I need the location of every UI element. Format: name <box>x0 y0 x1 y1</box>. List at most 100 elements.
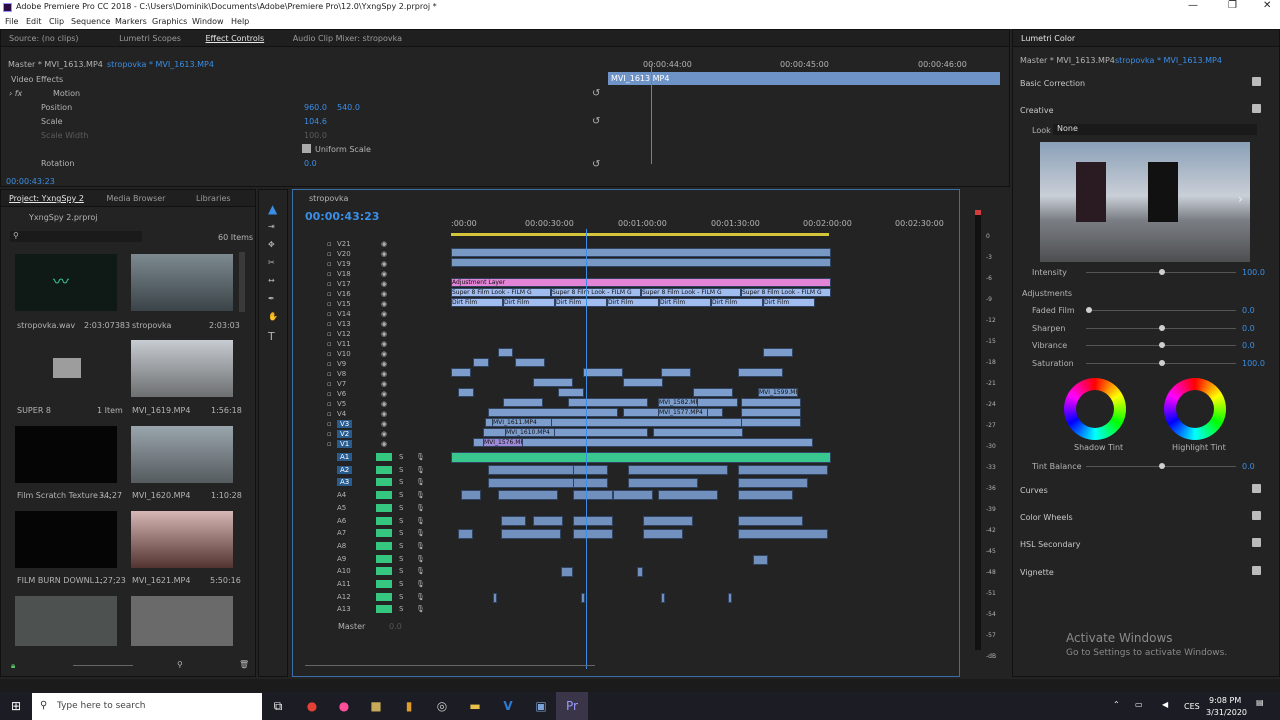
basic-correction-header[interactable]: Basic Correction <box>1020 79 1085 88</box>
eye-icon[interactable]: ◉ <box>381 250 387 258</box>
minimize-icon[interactable]: — <box>1188 0 1198 11</box>
eye-icon[interactable]: ◉ <box>381 380 387 388</box>
clock-time[interactable]: 9:08 PM <box>1209 696 1241 705</box>
eye-icon[interactable]: ◉ <box>381 370 387 378</box>
audio-clip-29[interactable] <box>661 593 665 603</box>
mic-icon[interactable]: 🎙︎ <box>416 567 425 575</box>
menu-markers[interactable]: Markers <box>115 17 147 26</box>
thumb-next-1[interactable] <box>15 596 117 646</box>
sequence-tab[interactable]: stropovka <box>309 194 348 203</box>
clip-v19[interactable] <box>451 258 831 267</box>
video-clip-6[interactable] <box>583 368 623 377</box>
adjustment-knob-1[interactable] <box>1159 324 1165 331</box>
position-x[interactable]: 960.0 <box>304 103 327 112</box>
video-clip-13[interactable] <box>503 398 543 407</box>
audio-clip-28[interactable] <box>581 593 585 603</box>
ec-current-time[interactable]: 00:00:43:23 <box>6 177 55 186</box>
mic-icon[interactable]: 🎙︎ <box>416 542 425 550</box>
tint-balance-slider[interactable] <box>1086 463 1236 469</box>
adjustment-slider-1[interactable] <box>1086 324 1236 331</box>
work-area-bar[interactable] <box>451 233 829 236</box>
video-clip-7[interactable] <box>623 378 663 387</box>
adjustment-knob-2[interactable] <box>1159 342 1165 348</box>
dirt-film-clip-4[interactable]: Dirt Film <box>659 298 711 307</box>
tint-balance-knob[interactable] <box>1159 463 1165 469</box>
rotation-value[interactable]: 0.0 <box>304 159 317 168</box>
video-clip-8[interactable] <box>661 368 691 377</box>
mute-button[interactable] <box>376 567 392 576</box>
slip-tool-icon[interactable]: ↔ <box>268 276 275 285</box>
audio-clip-30[interactable] <box>728 593 732 603</box>
super8-clip-1[interactable]: Super 8 Film Look - FILM G <box>451 288 551 297</box>
menu-sequence[interactable]: Sequence <box>71 17 110 26</box>
hand-tool-icon[interactable]: ✋ <box>268 312 278 321</box>
eye-icon[interactable]: ◉ <box>381 420 387 428</box>
track-label-a9[interactable]: A9 <box>337 555 346 563</box>
audio-clip-6[interactable] <box>628 478 698 488</box>
audio-clip-19[interactable] <box>501 529 561 539</box>
eye-icon[interactable]: ◉ <box>381 310 387 318</box>
solo-button[interactable]: S <box>399 593 403 601</box>
basic-correction-checkbox[interactable] <box>1252 77 1261 86</box>
adjustments-header[interactable]: Adjustments <box>1022 289 1072 298</box>
track-label-v10[interactable]: V10 <box>337 350 351 358</box>
track-label-v8[interactable]: V8 <box>337 370 346 378</box>
reset-scale-icon[interactable]: ↺ <box>592 116 600 127</box>
slider-value-3[interactable]: 100.0 <box>1242 359 1265 368</box>
reset-icon[interactable]: ↺ <box>592 88 600 99</box>
solo-button[interactable]: S <box>399 453 403 461</box>
language-indicator[interactable]: CES <box>1184 702 1200 711</box>
timeline-zoom-scrollbar[interactable] <box>305 665 595 666</box>
maximize-icon[interactable]: ❐ <box>1228 0 1237 11</box>
tab-audio-clip-mixer[interactable]: Audio Clip Mixer: stropovka <box>285 30 410 47</box>
vignette-header[interactable]: Vignette <box>1020 568 1054 577</box>
mute-button[interactable] <box>376 503 392 512</box>
track-label-a13[interactable]: A13 <box>337 605 351 613</box>
dirt-film-clip-1[interactable]: Dirt Film <box>503 298 555 307</box>
video-clip-10[interactable] <box>738 368 783 377</box>
eye-icon[interactable]: ◉ <box>381 300 387 308</box>
track-label-v6[interactable]: V6 <box>337 390 346 398</box>
audio-clip-22[interactable] <box>738 529 828 539</box>
solo-button[interactable]: S <box>399 504 403 512</box>
video-clip-19[interactable] <box>741 408 801 417</box>
eye-icon[interactable]: ◉ <box>381 320 387 328</box>
mute-button[interactable] <box>376 541 392 550</box>
video-clip-5[interactable] <box>558 388 584 397</box>
eye-icon[interactable]: ◉ <box>381 430 387 438</box>
eye-icon[interactable]: ◉ <box>381 350 387 358</box>
app4-icon[interactable]: ◎ <box>426 692 458 720</box>
track-lock-icon[interactable]: ▫ <box>327 360 332 368</box>
solo-button[interactable]: S <box>399 529 403 537</box>
uniform-scale-checkbox[interactable] <box>302 144 311 153</box>
audio-clip-16[interactable] <box>573 516 613 526</box>
look-select[interactable]: None <box>1053 124 1257 135</box>
track-lock-icon[interactable]: ▫ <box>327 390 332 398</box>
solo-button[interactable]: S <box>399 466 403 474</box>
chrome-icon[interactable]: ● <box>296 692 328 720</box>
eye-icon[interactable]: ◉ <box>381 290 387 298</box>
mute-button[interactable] <box>376 529 392 538</box>
audio-clip-26[interactable] <box>637 567 643 577</box>
mic-icon[interactable]: 🎙︎ <box>416 478 425 486</box>
menu-help[interactable]: Help <box>231 17 249 26</box>
tray-chevron-icon[interactable]: ⌃ <box>1113 700 1120 709</box>
track-lock-icon[interactable]: ▫ <box>327 250 332 258</box>
audio-clip-14[interactable] <box>501 516 526 526</box>
close-icon[interactable]: ✕ <box>1263 0 1271 11</box>
menu-file[interactable]: File <box>5 17 18 26</box>
mute-button[interactable] <box>376 580 392 588</box>
vegas-icon[interactable]: V <box>492 692 524 720</box>
reset-rotation-icon[interactable]: ↺ <box>592 159 600 170</box>
solo-button[interactable]: S <box>399 605 403 613</box>
lumetri-master[interactable]: Master * MVI_1613.MP4 <box>1020 56 1115 65</box>
eye-icon[interactable]: ◉ <box>381 260 387 268</box>
adjustment-knob-0[interactable] <box>1086 307 1092 313</box>
tab-lumetri-color[interactable]: Lumetri Color <box>1013 30 1083 47</box>
video-clip-17[interactable] <box>488 408 618 417</box>
intensity-knob[interactable] <box>1159 269 1165 275</box>
mic-icon[interactable]: 🎙︎ <box>416 580 425 588</box>
video-clip-14[interactable] <box>568 398 648 407</box>
track-label-v5[interactable]: V5 <box>337 400 346 408</box>
track-lock-icon[interactable]: ▫ <box>327 410 332 418</box>
